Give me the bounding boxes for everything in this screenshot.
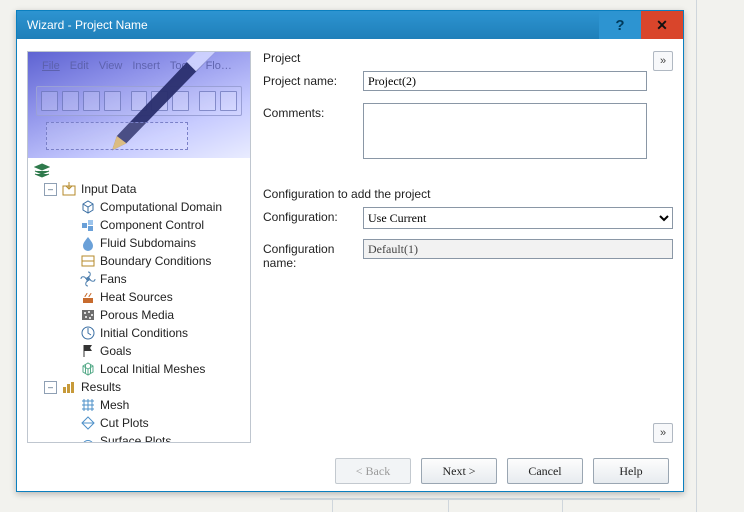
tree-input-data[interactable]: – Input Data [34, 180, 248, 198]
window-title: Wizard - Project Name [17, 18, 148, 32]
bg-tick [562, 498, 563, 512]
collapse-icon[interactable]: – [44, 183, 57, 196]
help-button[interactable]: Help [593, 458, 669, 484]
tree-fluid-subdomains[interactable]: Fluid Subdomains [34, 234, 248, 252]
tree-mesh[interactable]: Mesh [34, 396, 248, 414]
label-configuration-name: Configuration name: [263, 239, 363, 270]
tree-computational-domain[interactable]: Computational Domain [34, 198, 248, 216]
tree-porous-media[interactable]: Porous Media [34, 306, 248, 324]
tree-local-initial-meshes[interactable]: Local Initial Meshes [34, 360, 248, 378]
tree-fans[interactable]: Fans [34, 270, 248, 288]
heat-icon [80, 289, 96, 305]
droplet-icon [80, 235, 96, 251]
tree-results[interactable]: – Results [34, 378, 248, 396]
surface-plot-icon [80, 433, 96, 442]
hero-selection-rect [46, 122, 188, 150]
hero-graphic: File Edit View Insert Tools Flo… [28, 52, 250, 158]
results-icon [61, 379, 77, 395]
wizard-footer: < Back Next > Cancel Help [17, 451, 683, 491]
tree-goals[interactable]: Goals [34, 342, 248, 360]
flag-icon [80, 343, 96, 359]
wizard-dialog: Wizard - Project Name ? File Edit View I… [16, 10, 684, 492]
help-titlebar-button[interactable]: ? [599, 11, 641, 39]
porous-icon [80, 307, 96, 323]
wire-cube-icon [80, 199, 96, 215]
tree-boundary-conditions[interactable]: Boundary Conditions [34, 252, 248, 270]
cancel-button[interactable]: Cancel [507, 458, 583, 484]
next-button[interactable]: Next > [421, 458, 497, 484]
back-button: < Back [335, 458, 411, 484]
bg-tick [448, 498, 449, 512]
initial-icon [80, 325, 96, 341]
box-in-icon [61, 181, 77, 197]
tree-component-control[interactable]: Component Control [34, 216, 248, 234]
titlebar: Wizard - Project Name ? [17, 11, 683, 39]
label-configuration: Configuration: [263, 207, 363, 224]
tree-cut-plots[interactable]: Cut Plots [34, 414, 248, 432]
tree-initial-conditions[interactable]: Initial Conditions [34, 324, 248, 342]
label-comments: Comments: [263, 103, 363, 120]
fan-icon [80, 271, 96, 287]
form-panel: » Project Project name: Comments: Config… [263, 51, 673, 443]
nav-tree[interactable]: – Input Data Computational Domain Compon… [28, 158, 250, 442]
boundary-icon [80, 253, 96, 269]
cut-plot-icon [80, 415, 96, 431]
tree-root[interactable] [34, 162, 248, 180]
bg-axis [280, 498, 660, 500]
stack-icon [34, 163, 50, 179]
mesh-cube-icon [80, 361, 96, 377]
group-project: Project [263, 51, 647, 65]
nav-panel: File Edit View Insert Tools Flo… [27, 51, 251, 443]
close-titlebar-button[interactable] [641, 11, 683, 39]
project-name-input[interactable] [363, 71, 647, 91]
comments-input[interactable] [363, 103, 647, 159]
label-project-name: Project name: [263, 71, 363, 88]
bg-tick [332, 498, 333, 512]
bg-divider [696, 0, 697, 512]
tree-surface-plots[interactable]: Surface Plots [34, 432, 248, 442]
blocks-icon [80, 217, 96, 233]
grid-icon [80, 397, 96, 413]
configuration-name-input [363, 239, 673, 259]
group-config: Configuration to add the project [263, 187, 673, 201]
expand-right-bottom-icon[interactable]: » [653, 423, 673, 443]
expand-right-icon[interactable]: » [653, 51, 673, 71]
tree-heat-sources[interactable]: Heat Sources [34, 288, 248, 306]
collapse-icon[interactable]: – [44, 381, 57, 394]
configuration-select[interactable]: Use Current [363, 207, 673, 229]
